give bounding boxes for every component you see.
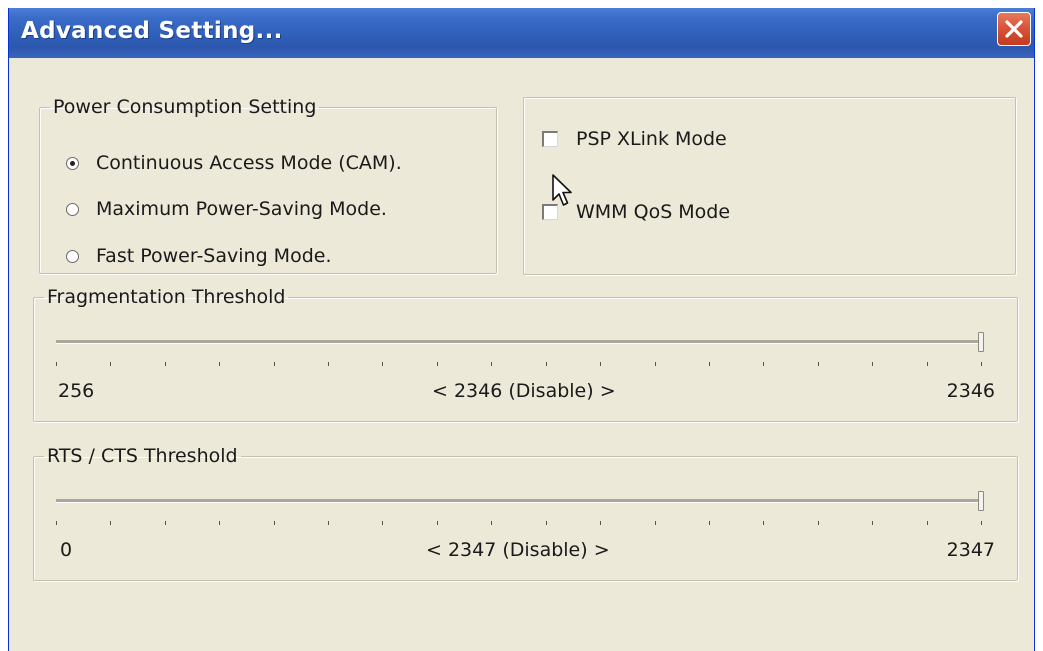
close-icon — [1005, 20, 1023, 38]
slider-tick — [219, 362, 220, 366]
slider-tick — [437, 521, 438, 525]
mouse-pointer-icon — [552, 174, 572, 206]
fragmentation-threshold-group: Fragmentation Threshold 256 < 2346 (Disa… — [33, 286, 1018, 422]
slider-tick — [872, 362, 873, 366]
power-consumption-legend: Power Consumption Setting — [53, 96, 317, 118]
fragmentation-slider-track[interactable] — [56, 340, 981, 344]
psp-xlink-option[interactable]: PSP XLink Mode — [542, 124, 727, 154]
slider-tick — [655, 362, 656, 366]
title-bar[interactable]: Advanced Setting... — [9, 8, 1034, 58]
rts-cts-max-label: 2347 — [946, 539, 995, 561]
slider-tick — [763, 362, 764, 366]
slider-tick — [546, 521, 547, 525]
slider-tick — [981, 521, 982, 525]
fragmentation-threshold-legend: Fragmentation Threshold — [47, 286, 286, 308]
fragmentation-slider-thumb[interactable] — [978, 332, 984, 352]
slider-tick — [274, 521, 275, 525]
slider-tick — [600, 362, 601, 366]
radio-fast-power-saving[interactable]: Fast Power-Saving Mode. — [66, 241, 331, 271]
rts-cts-current-value: < 2347 (Disable) > — [426, 539, 610, 561]
psp-xlink-checkbox[interactable] — [542, 131, 558, 147]
slider-tick — [274, 362, 275, 366]
radio-fast-power-saving-label: Fast Power-Saving Mode. — [96, 245, 332, 267]
slider-tick — [818, 521, 819, 525]
rts-cts-slider-thumb[interactable] — [978, 491, 984, 511]
slider-tick — [818, 362, 819, 366]
slider-tick — [110, 521, 111, 525]
rts-cts-min-label: 0 — [60, 539, 73, 561]
radio-max-power-saving[interactable]: Maximum Power-Saving Mode. — [66, 194, 387, 224]
slider-tick — [382, 521, 383, 525]
rts-cts-threshold-legend: RTS / CTS Threshold — [47, 445, 238, 467]
slider-tick — [600, 521, 601, 525]
slider-tick — [165, 362, 166, 366]
slider-tick — [328, 521, 329, 525]
slider-tick — [328, 362, 329, 366]
slider-tick — [437, 362, 438, 366]
radio-max-power-saving-label: Maximum Power-Saving Mode. — [96, 198, 387, 220]
slider-tick — [709, 521, 710, 525]
radio-cam-label: Continuous Access Mode (CAM). — [96, 152, 402, 174]
slider-tick — [655, 521, 656, 525]
rts-cts-slider-track[interactable] — [56, 499, 981, 503]
slider-tick — [709, 362, 710, 366]
close-button[interactable] — [997, 12, 1031, 46]
fragmentation-min-label: 256 — [58, 380, 95, 402]
slider-tick — [491, 521, 492, 525]
radio-fast-power-saving-button[interactable] — [66, 249, 79, 263]
slider-tick — [491, 362, 492, 366]
fragmentation-current-value: < 2346 (Disable) > — [432, 380, 616, 402]
window-title: Advanced Setting... — [21, 18, 283, 44]
radio-cam[interactable]: Continuous Access Mode (CAM). — [66, 148, 402, 178]
slider-tick — [981, 362, 982, 366]
radio-cam-button[interactable] — [66, 156, 79, 170]
psp-xlink-label: PSP XLink Mode — [576, 128, 727, 150]
advanced-setting-dialog: Advanced Setting... Power Consumption Se… — [8, 8, 1035, 651]
modes-group: PSP XLink Mode WMM QoS Mode — [523, 97, 1016, 275]
slider-tick — [56, 362, 57, 366]
fragmentation-threshold-slider[interactable] — [56, 332, 991, 372]
power-consumption-group: Power Consumption Setting Continuous Acc… — [39, 96, 497, 274]
rts-cts-threshold-slider[interactable] — [56, 491, 991, 531]
slider-tick — [56, 521, 57, 525]
slider-tick — [546, 362, 547, 366]
fragmentation-max-label: 2346 — [946, 380, 995, 402]
slider-tick — [165, 521, 166, 525]
slider-tick — [927, 521, 928, 525]
slider-tick — [382, 362, 383, 366]
slider-tick — [110, 362, 111, 366]
wmm-qos-label: WMM QoS Mode — [576, 201, 731, 223]
slider-tick — [927, 362, 928, 366]
slider-tick — [219, 521, 220, 525]
radio-max-power-saving-button[interactable] — [66, 202, 79, 216]
slider-tick — [763, 521, 764, 525]
rts-cts-threshold-group: RTS / CTS Threshold 0 < 2347 (Disable) >… — [33, 445, 1018, 581]
slider-tick — [872, 521, 873, 525]
